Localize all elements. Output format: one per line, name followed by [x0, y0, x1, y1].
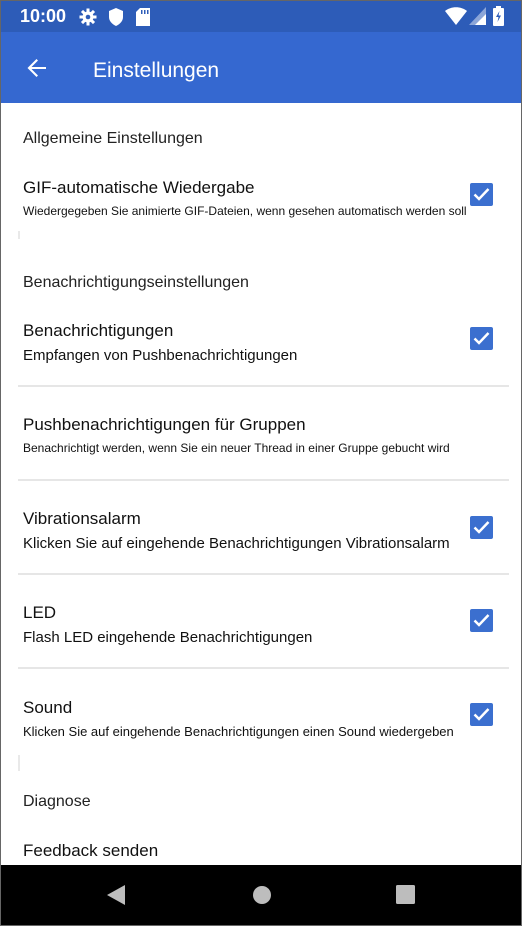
- setting-subtitle: Wiedergegeben Sie animierte GIF-Dateien,…: [23, 204, 467, 218]
- section-header-notifications: Benachrichtigungseinstellungen: [23, 274, 249, 291]
- setting-group-push[interactable]: Pushbenachrichtigungen für Gruppen Benac…: [18, 387, 509, 479]
- shield-icon: [108, 8, 124, 31]
- back-triangle-icon[interactable]: [107, 885, 125, 910]
- setting-gif-autoplay[interactable]: GIF-automatische Wiedergabe Wiedergegebe…: [18, 163, 509, 233]
- sound-checkbox[interactable]: [470, 703, 493, 726]
- setting-sound[interactable]: Sound Klicken Sie auf eingehende Benachr…: [18, 669, 509, 759]
- recents-square-icon[interactable]: [396, 885, 415, 909]
- setting-title: Feedback senden: [23, 841, 159, 860]
- sd-card-icon: [136, 8, 150, 31]
- setting-subtitle: Klicken Sie auf eingehende Benachrichtig…: [23, 724, 454, 739]
- setting-subtitle: Empfangen von Pushbenachrichtigungen: [23, 347, 298, 364]
- setting-led[interactable]: LED Flash LED eingehende Benachrichtigun…: [18, 575, 509, 667]
- setting-title: GIF-automatische Wiedergabe: [23, 178, 255, 197]
- nav-bar: [1, 865, 521, 925]
- vibration-checkbox[interactable]: [470, 516, 493, 539]
- battery-icon: [493, 6, 504, 31]
- gif-autoplay-checkbox[interactable]: [470, 183, 493, 206]
- setting-vibration[interactable]: Vibrationsalarm Klicken Sie auf eingehen…: [18, 481, 509, 573]
- setting-title: Sound: [23, 698, 73, 717]
- section-header-diagnostics: Diagnose: [23, 793, 91, 810]
- setting-feedback[interactable]: Feedback senden: [18, 827, 509, 867]
- setting-subtitle: Benachrichtigt werden, wenn Sie ein neue…: [23, 441, 450, 455]
- wifi-icon: [445, 7, 467, 30]
- settings-list: Allgemeine Einstellungen GIF-automatisch…: [1, 103, 521, 865]
- setting-title: Benachrichtigungen: [23, 321, 174, 340]
- setting-title: LED: [23, 603, 57, 622]
- setting-subtitle: Klicken Sie auf eingehende Benachrichtig…: [23, 535, 450, 552]
- section-gap: [18, 231, 20, 239]
- setting-title: Vibrationsalarm: [23, 509, 141, 528]
- setting-subtitle: Flash LED eingehende Benachrichtigungen: [23, 629, 313, 646]
- phone-screen: 10:00 Einstellungen Allgemeine Einstellu…: [0, 0, 522, 926]
- signal-icon: [469, 7, 486, 30]
- notifications-checkbox[interactable]: [470, 327, 493, 350]
- status-time: 10:00: [20, 6, 67, 26]
- status-bar: 10:00: [1, 1, 521, 32]
- home-circle-icon[interactable]: [252, 885, 272, 910]
- setting-title: Pushbenachrichtigungen für Gruppen: [23, 415, 306, 434]
- setting-notifications[interactable]: Benachrichtigungen Empfangen von Pushben…: [18, 307, 509, 385]
- led-checkbox[interactable]: [470, 609, 493, 632]
- app-bar: Einstellungen: [1, 32, 521, 103]
- section-header-general: Allgemeine Einstellungen: [23, 130, 203, 147]
- section-gap: [18, 755, 20, 771]
- arrow-left-icon[interactable]: [25, 56, 49, 80]
- page-title: Einstellungen: [93, 59, 220, 82]
- gear-icon: [79, 8, 97, 31]
